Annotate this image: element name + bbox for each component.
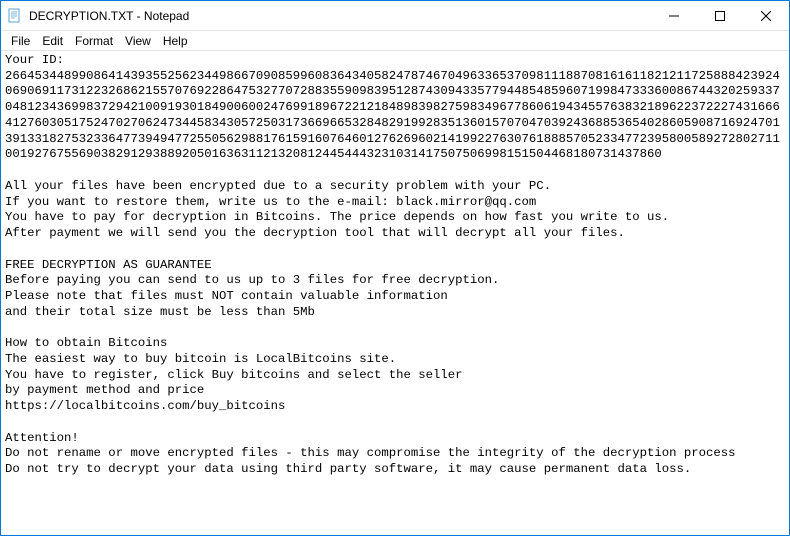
attention-line1: Do not rename or move encrypted files - … (5, 446, 785, 462)
id-label: Your ID: (5, 53, 785, 69)
notepad-icon (7, 8, 23, 24)
menu-edit[interactable]: Edit (36, 32, 69, 50)
text-area[interactable]: Your ID:26645344899086414393552562344986… (1, 51, 789, 535)
attention-line2: Do not try to decrypt your data using th… (5, 462, 785, 478)
window-controls (651, 1, 789, 30)
restore-msg: If you want to restore them, write us to… (5, 195, 785, 211)
menu-help[interactable]: Help (157, 32, 194, 50)
free-line3: and their total size must be less than 5… (5, 305, 785, 321)
free-line1: Before paying you can send to us up to 3… (5, 273, 785, 289)
menu-file[interactable]: File (5, 32, 36, 50)
after-payment-msg: After payment we will send you the decry… (5, 226, 785, 242)
howto-line3: by payment method and price (5, 383, 785, 399)
howto-url: https://localbitcoins.com/buy_bitcoins (5, 399, 785, 415)
free-line2: Please note that files must NOT contain … (5, 289, 785, 305)
menu-format[interactable]: Format (69, 32, 119, 50)
howto-line1: The easiest way to buy bitcoin is LocalB… (5, 352, 785, 368)
attention-header: Attention! (5, 431, 785, 447)
titlebar: DECRYPTION.TXT - Notepad (1, 1, 789, 31)
notepad-window: DECRYPTION.TXT - Notepad File Edit Forma… (0, 0, 790, 536)
pay-msg: You have to pay for decryption in Bitcoi… (5, 210, 785, 226)
encrypted-msg: All your files have been encrypted due t… (5, 179, 785, 195)
id-value: 2664534489908641439355256234498667090859… (5, 69, 785, 163)
close-button[interactable] (743, 1, 789, 30)
menu-view[interactable]: View (119, 32, 157, 50)
free-header: FREE DECRYPTION AS GUARANTEE (5, 258, 785, 274)
howto-header: How to obtain Bitcoins (5, 336, 785, 352)
window-title: DECRYPTION.TXT - Notepad (29, 9, 651, 23)
howto-line2: You have to register, click Buy bitcoins… (5, 368, 785, 384)
menubar: File Edit Format View Help (1, 31, 789, 51)
maximize-button[interactable] (697, 1, 743, 30)
minimize-button[interactable] (651, 1, 697, 30)
